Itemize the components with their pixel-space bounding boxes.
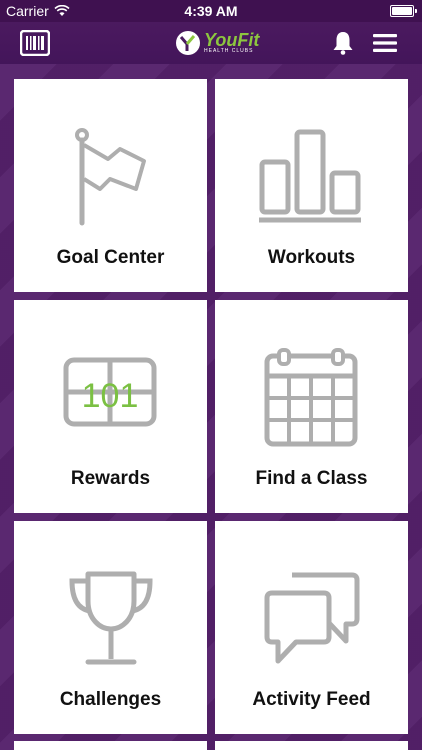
- next-tile-peek: [14, 741, 207, 750]
- rewards-card-icon: 101: [63, 357, 156, 427]
- tile-label: Challenges: [59, 689, 162, 710]
- notifications-button[interactable]: [330, 30, 360, 56]
- trophy-icon: [68, 571, 153, 665]
- next-tile-peek: [215, 741, 408, 750]
- tile-label: Goal Center: [56, 247, 165, 268]
- tile-rewards[interactable]: 101 Rewards: [14, 300, 207, 513]
- bar-chart-icon: [258, 129, 361, 223]
- tile-label: Find a Class: [255, 468, 368, 489]
- hamburger-menu-icon: [373, 34, 397, 52]
- bell-icon: [333, 32, 353, 55]
- tile-challenges[interactable]: Challenges: [14, 521, 207, 734]
- calendar-icon: [264, 348, 357, 447]
- rewards-points-text: 101: [81, 377, 138, 415]
- barcode-button[interactable]: [19, 29, 51, 57]
- logo-text: YouFit: [204, 30, 260, 50]
- tile-goal-center[interactable]: Goal Center: [14, 79, 207, 292]
- tile-find-a-class[interactable]: Find a Class: [215, 300, 408, 513]
- barcode-icon: [19, 29, 51, 57]
- menu-button[interactable]: [372, 30, 402, 56]
- status-time: 4:39 AM: [184, 3, 238, 19]
- chat-bubbles-icon: [264, 572, 359, 664]
- tile-activity-feed[interactable]: Activity Feed: [215, 521, 408, 734]
- tile-label: Activity Feed: [252, 689, 371, 710]
- flag-icon: [74, 128, 146, 226]
- logo-mark-icon: [176, 31, 200, 55]
- status-bar: Carrier 4:39 AM: [0, 0, 422, 22]
- logo-subtext: HEALTH CLUBS: [204, 48, 254, 54]
- tile-label: Rewards: [70, 468, 151, 489]
- battery-icon: [390, 5, 417, 17]
- tile-label: Workouts: [267, 247, 356, 268]
- youfit-logo: YouFit HEALTH CLUBS: [175, 28, 259, 58]
- tile-workouts[interactable]: Workouts: [215, 79, 408, 292]
- nav-bar: YouFit HEALTH CLUBS: [0, 22, 422, 64]
